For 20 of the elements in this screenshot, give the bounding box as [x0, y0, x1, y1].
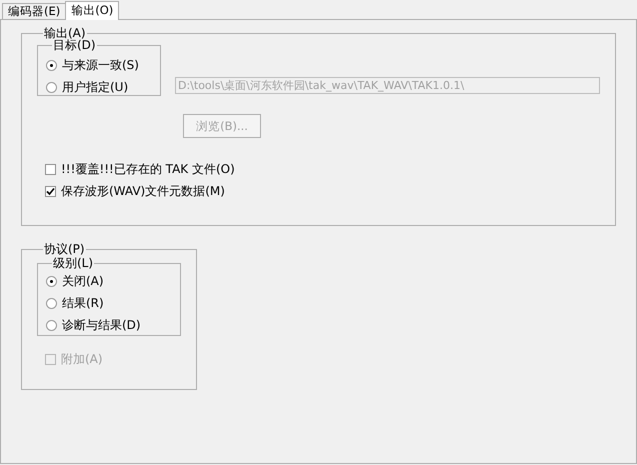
tab[interactable]: 编码器(E) — [2, 3, 66, 19]
checkbox-label[interactable]: 保存波形(WAV)文件元数据(M) — [61, 182, 225, 200]
checkbox-label[interactable]: !!!覆盖!!!已存在的 TAK 文件(O) — [61, 160, 235, 178]
radio-label[interactable]: 结果(R) — [62, 294, 104, 312]
radio-button[interactable] — [46, 320, 57, 330]
checkbox[interactable] — [45, 164, 56, 174]
group-title: 级别(L) — [52, 256, 94, 270]
radio-label[interactable]: 关闭(A) — [62, 272, 104, 290]
group-title: 协议(P) — [43, 242, 86, 256]
radio-button[interactable] — [46, 276, 57, 286]
group-title: 目标(D) — [53, 38, 97, 52]
checkbox[interactable] — [45, 186, 56, 196]
radio-button[interactable] — [46, 298, 57, 308]
radio-button[interactable] — [46, 60, 57, 70]
radio-label[interactable]: 用户指定(U) — [62, 78, 128, 96]
radio-button[interactable] — [46, 82, 57, 92]
tab[interactable]: 输出(O) — [65, 1, 120, 20]
radio-label[interactable]: 诊断与结果(D) — [62, 316, 141, 334]
group-title: 输出(A) — [43, 26, 86, 40]
radio-label[interactable]: 与来源一致(S) — [62, 56, 139, 74]
